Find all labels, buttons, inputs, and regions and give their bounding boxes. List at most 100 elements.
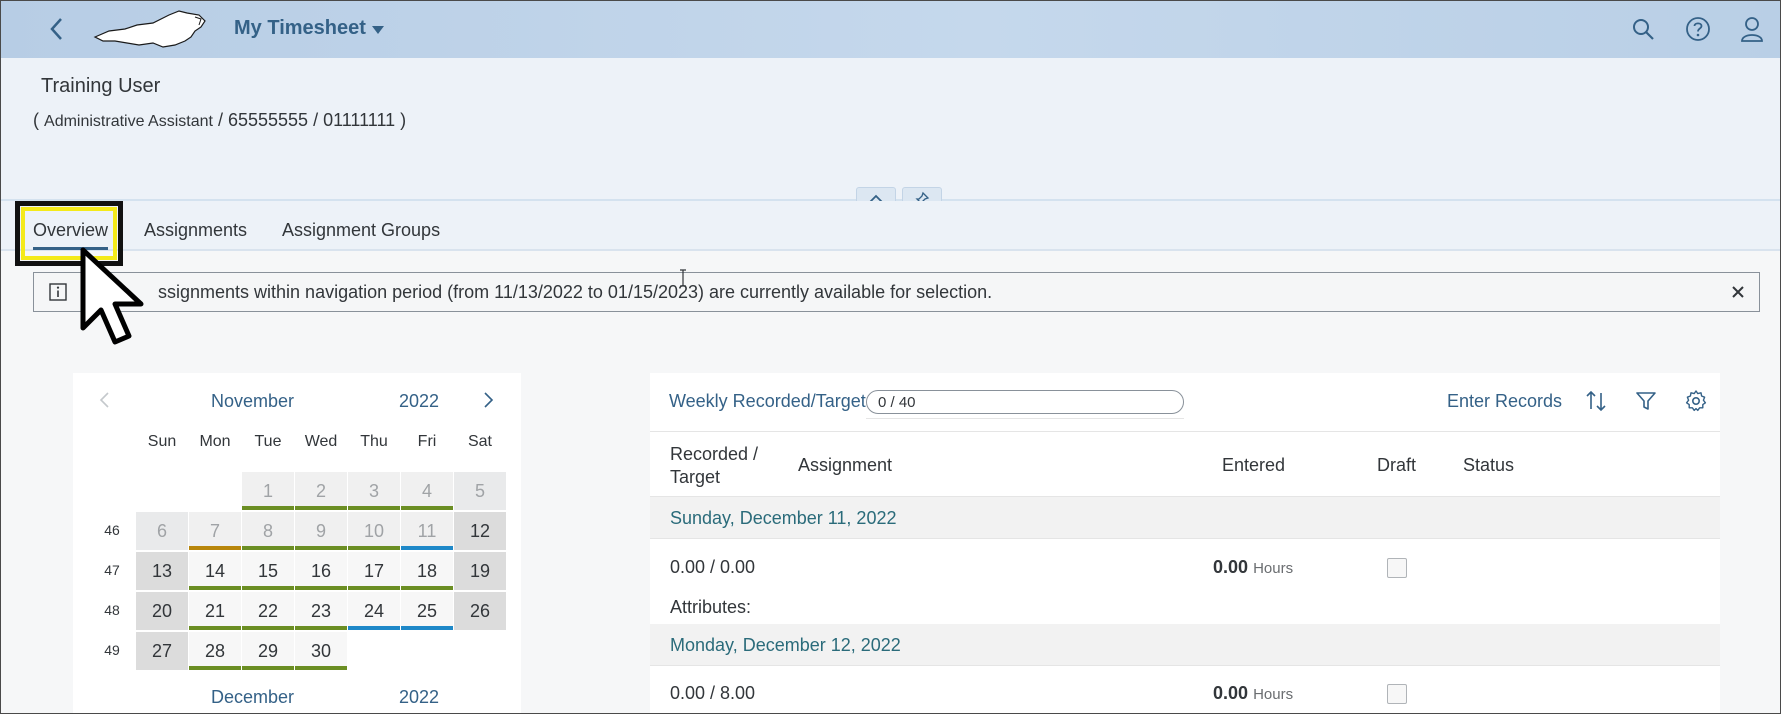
recorded-target-value: 0.00 / 0.00	[670, 557, 756, 577]
calendar-day[interactable]: 15	[242, 552, 294, 590]
calendar-day[interactable]: 7	[189, 512, 241, 550]
calendar-day[interactable]: 30	[295, 632, 347, 670]
calendar-day[interactable]: 14	[189, 552, 241, 590]
day-status-bar	[189, 586, 241, 590]
calendar-day-number: 18	[416, 560, 438, 581]
sort-icon[interactable]	[1584, 389, 1608, 413]
calendar-day-number: 9	[315, 520, 326, 541]
calendar-day[interactable]: 5	[454, 472, 506, 510]
calendar-day-number: 7	[209, 520, 220, 541]
day-status-bar	[242, 506, 294, 510]
calendar-day-number: 26	[469, 600, 491, 621]
timesheet-app: My Timesheet Training User ( Administrat…	[0, 0, 1781, 714]
filter-icon[interactable]	[1634, 389, 1658, 413]
day-status-bar	[189, 546, 241, 550]
col-draft[interactable]: Draft	[1377, 455, 1416, 476]
col-target[interactable]: Target	[670, 467, 720, 488]
table-row[interactable]: 0.00 / 8.00 0.00 Hours	[650, 666, 1720, 713]
col-entered[interactable]: Entered	[1222, 455, 1285, 476]
col-status[interactable]: Status	[1463, 455, 1514, 476]
calendar-next-icon[interactable]	[478, 389, 498, 411]
calendar-day[interactable]: 23	[295, 592, 347, 630]
calendar-day[interactable]: 12	[454, 512, 506, 550]
weekly-progress-bar: 0 / 40	[866, 390, 1184, 414]
draft-checkbox[interactable]	[1387, 558, 1407, 578]
app-title-menu[interactable]: My Timesheet	[234, 17, 384, 40]
calendar-day[interactable]: 3	[348, 472, 400, 510]
day-status-bar	[401, 546, 453, 550]
back-icon[interactable]	[45, 15, 69, 43]
day-status-bar	[189, 626, 241, 630]
week-number: 47	[104, 562, 120, 578]
entered-unit: Hours	[1253, 560, 1294, 577]
calendar-day[interactable]: 16	[295, 552, 347, 590]
calendar-day[interactable]: 1	[242, 472, 294, 510]
calendar-day-number: 12	[469, 520, 491, 541]
day-group-header: Monday, December 12, 2022	[650, 624, 1720, 666]
calendar-day[interactable]: 6	[136, 512, 188, 550]
calendar: November 2022 Sun Mon Tue Wed Thu Fri Sat 46 47 4…	[73, 373, 521, 713]
calendar-day[interactable]: 29	[242, 632, 294, 670]
weekday-header: Tue	[254, 433, 282, 450]
calendar-day[interactable]: 27	[136, 632, 188, 670]
tab-assignment-groups[interactable]: Assignment Groups	[282, 220, 440, 241]
recorded-target-value: 0.00 / 8.00	[670, 683, 756, 703]
draft-checkbox[interactable]	[1387, 684, 1407, 704]
calendar-day[interactable]: 24	[348, 592, 400, 630]
table-row[interactable]: 0.00 / 0.00 0.00 Hours Attributes:	[650, 539, 1720, 617]
calendar-day[interactable]: 20	[136, 592, 188, 630]
caret-down-icon	[371, 25, 384, 34]
col-assignment[interactable]: Assignment	[798, 455, 892, 476]
tab-assignments[interactable]: Assignments	[144, 220, 247, 241]
calendar-day[interactable]: 21	[189, 592, 241, 630]
calendar-day-number: 23	[310, 600, 332, 621]
close-icon[interactable]	[1729, 283, 1747, 301]
calendar-day[interactable]: 17	[348, 552, 400, 590]
calendar-day-number: 19	[469, 560, 491, 581]
user-icon[interactable]	[1738, 15, 1766, 43]
day-status-bar	[295, 626, 347, 630]
day-status-bar	[189, 666, 241, 670]
calendar-day[interactable]: 8	[242, 512, 294, 550]
calendar-day[interactable]: 4	[401, 472, 453, 510]
day-status-bar	[348, 546, 400, 550]
records-panel: Weekly Recorded/Target 0 / 40 Enter Reco…	[650, 373, 1720, 713]
calendar-day[interactable]: 19	[454, 552, 506, 590]
help-icon[interactable]	[1684, 15, 1712, 43]
calendar-day-number: 11	[417, 520, 437, 541]
col-recorded[interactable]: Recorded /	[670, 444, 758, 465]
calendar-day[interactable]: 22	[242, 592, 294, 630]
calendar-day[interactable]: 2	[295, 472, 347, 510]
calendar-day[interactable]: 25	[401, 592, 453, 630]
calendar-month[interactable]: November	[211, 391, 294, 412]
calendar-year[interactable]: 2022	[399, 391, 439, 412]
calendar-day-number: 30	[310, 640, 332, 661]
calendar-day[interactable]: 26	[454, 592, 506, 630]
calendar-prev-icon[interactable]	[95, 389, 115, 411]
day-status-bar	[401, 626, 453, 630]
calendar-day-number: 14	[204, 560, 226, 581]
calendar-day[interactable]: 9	[295, 512, 347, 550]
entered-hours: 0.00	[1213, 557, 1249, 577]
calendar-day-number: 13	[151, 560, 173, 581]
calendar-day[interactable]: 13	[136, 552, 188, 590]
weekday-header: Wed	[304, 433, 338, 450]
text-cursor-icon	[680, 269, 686, 287]
settings-gear-icon[interactable]	[1684, 389, 1708, 413]
calendar-day[interactable]: 11	[401, 512, 453, 550]
calendar-day-number: 16	[310, 560, 332, 581]
day-status-bar	[348, 626, 400, 630]
day-group-label: Sunday, December 11, 2022	[670, 508, 897, 528]
calendar-day[interactable]: 10	[348, 512, 400, 550]
calendar-day[interactable]: 28	[189, 632, 241, 670]
week-number: 49	[104, 642, 120, 658]
day-group-label: Monday, December 12, 2022	[670, 635, 901, 655]
calendar-day-number: 27	[151, 640, 173, 661]
day-status-bar	[348, 506, 400, 510]
enter-records-button[interactable]: Enter Records	[1447, 391, 1562, 412]
user-assignment-info: ( Administrative Assistant / 65555555 / …	[33, 110, 406, 131]
weekly-recorded-label: Weekly Recorded/Target	[669, 391, 866, 411]
calendar-day-number: 15	[257, 560, 279, 581]
search-icon[interactable]	[1629, 15, 1657, 43]
calendar-day[interactable]: 18	[401, 552, 453, 590]
